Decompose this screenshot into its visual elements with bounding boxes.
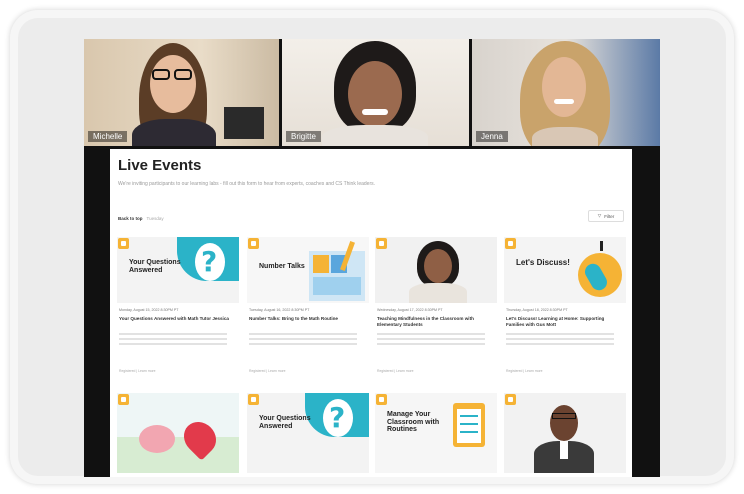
event-footer: Registered | Learn more xyxy=(506,369,543,373)
participant-name: Brigitte xyxy=(286,131,321,142)
bookmark-icon[interactable] xyxy=(118,394,129,405)
thumbnail-title: Let's Discuss! xyxy=(516,258,570,267)
page-subtitle: We're inviting participants to our learn… xyxy=(118,181,376,187)
filter-label: Filter xyxy=(604,213,615,219)
event-footer: Registered | Learn more xyxy=(119,369,156,373)
event-date: Tuesday, August 16, 2022 8:30PM PT xyxy=(249,308,310,312)
event-description xyxy=(506,333,614,347)
thumbnail-title: Your Questions Answered xyxy=(259,415,311,430)
event-description xyxy=(249,333,357,347)
bookmark-icon[interactable] xyxy=(505,394,516,405)
event-date: Monday, August 15, 2022 8:30PM PT xyxy=(119,308,179,312)
video-call-strip: Michelle Brigitte Jenna xyxy=(84,39,660,146)
live-events-page: Live Events We're inviting participants … xyxy=(110,149,632,477)
bookmark-icon[interactable] xyxy=(376,394,387,405)
event-card[interactable] xyxy=(117,393,239,473)
event-thumbnail: ? Your Questions Answered xyxy=(117,237,239,303)
event-card[interactable]: Manage Your Classroom with Routines xyxy=(375,393,497,473)
event-description xyxy=(119,333,227,347)
event-thumbnail xyxy=(117,393,239,473)
event-date: Wednesday, August 17, 2022 8:30PM PT xyxy=(377,308,443,312)
bookmark-icon[interactable] xyxy=(248,394,259,405)
filter-button[interactable]: ▽ Filter xyxy=(588,210,624,222)
event-thumbnail: ? Your Questions Answered xyxy=(247,393,369,473)
event-card[interactable]: Number Talks Tuesday, August 16, 2022 8:… xyxy=(247,237,369,382)
thumbnail-title: Number Talks xyxy=(259,263,305,270)
filter-icon: ▽ xyxy=(597,213,602,218)
event-card[interactable] xyxy=(504,393,626,473)
event-description xyxy=(377,333,485,347)
screen: Michelle Brigitte Jenna Live Events We'r… xyxy=(84,39,660,477)
bookmark-icon[interactable] xyxy=(376,238,387,249)
event-title[interactable]: Teaching Mindfulness in the Classroom wi… xyxy=(377,316,489,328)
video-tile-brigitte[interactable]: Brigitte xyxy=(282,39,469,146)
event-footer: Registered | Learn more xyxy=(377,369,414,373)
page-title: Live Events xyxy=(118,157,202,174)
event-thumbnail xyxy=(375,237,497,303)
event-card[interactable]: Wednesday, August 17, 2022 8:30PM PT Tea… xyxy=(375,237,497,382)
section-link[interactable]: Tuesday xyxy=(147,216,164,221)
event-card[interactable]: ? Your Questions Answered Monday, August… xyxy=(117,237,239,382)
participant-name: Jenna xyxy=(476,131,508,142)
section-label: Back to top Tuesday xyxy=(118,216,164,221)
video-tile-jenna[interactable]: Jenna xyxy=(472,39,660,146)
bookmark-icon[interactable] xyxy=(248,238,259,249)
event-footer: Registered | Learn more xyxy=(249,369,286,373)
event-title[interactable]: Your Questions Answered with Math Tutor … xyxy=(119,316,231,322)
event-thumbnail: Let's Discuss! xyxy=(504,237,626,303)
event-thumbnail xyxy=(504,393,626,473)
thumbnail-title: Your Questions Answered xyxy=(129,259,181,274)
section-label-text: Back to top xyxy=(118,216,143,221)
bookmark-icon[interactable] xyxy=(505,238,516,249)
event-thumbnail: Number Talks xyxy=(247,237,369,303)
participant-name: Michelle xyxy=(88,131,128,142)
event-title[interactable]: Let's Discuss! Learning at Home: Support… xyxy=(506,316,618,328)
thumbnail-title: Manage Your Classroom with Routines xyxy=(387,411,440,434)
event-date: Thursday, August 18, 2022 8:30PM PT xyxy=(506,308,568,312)
video-tile-michelle[interactable]: Michelle xyxy=(84,39,279,146)
event-thumbnail: Manage Your Classroom with Routines xyxy=(375,393,497,473)
event-card[interactable]: ? Your Questions Answered xyxy=(247,393,369,473)
event-card[interactable]: Let's Discuss! Thursday, August 18, 2022… xyxy=(504,237,626,382)
bookmark-icon[interactable] xyxy=(118,238,129,249)
event-title[interactable]: Number Talks: Bring to the Math Routine xyxy=(249,316,361,322)
